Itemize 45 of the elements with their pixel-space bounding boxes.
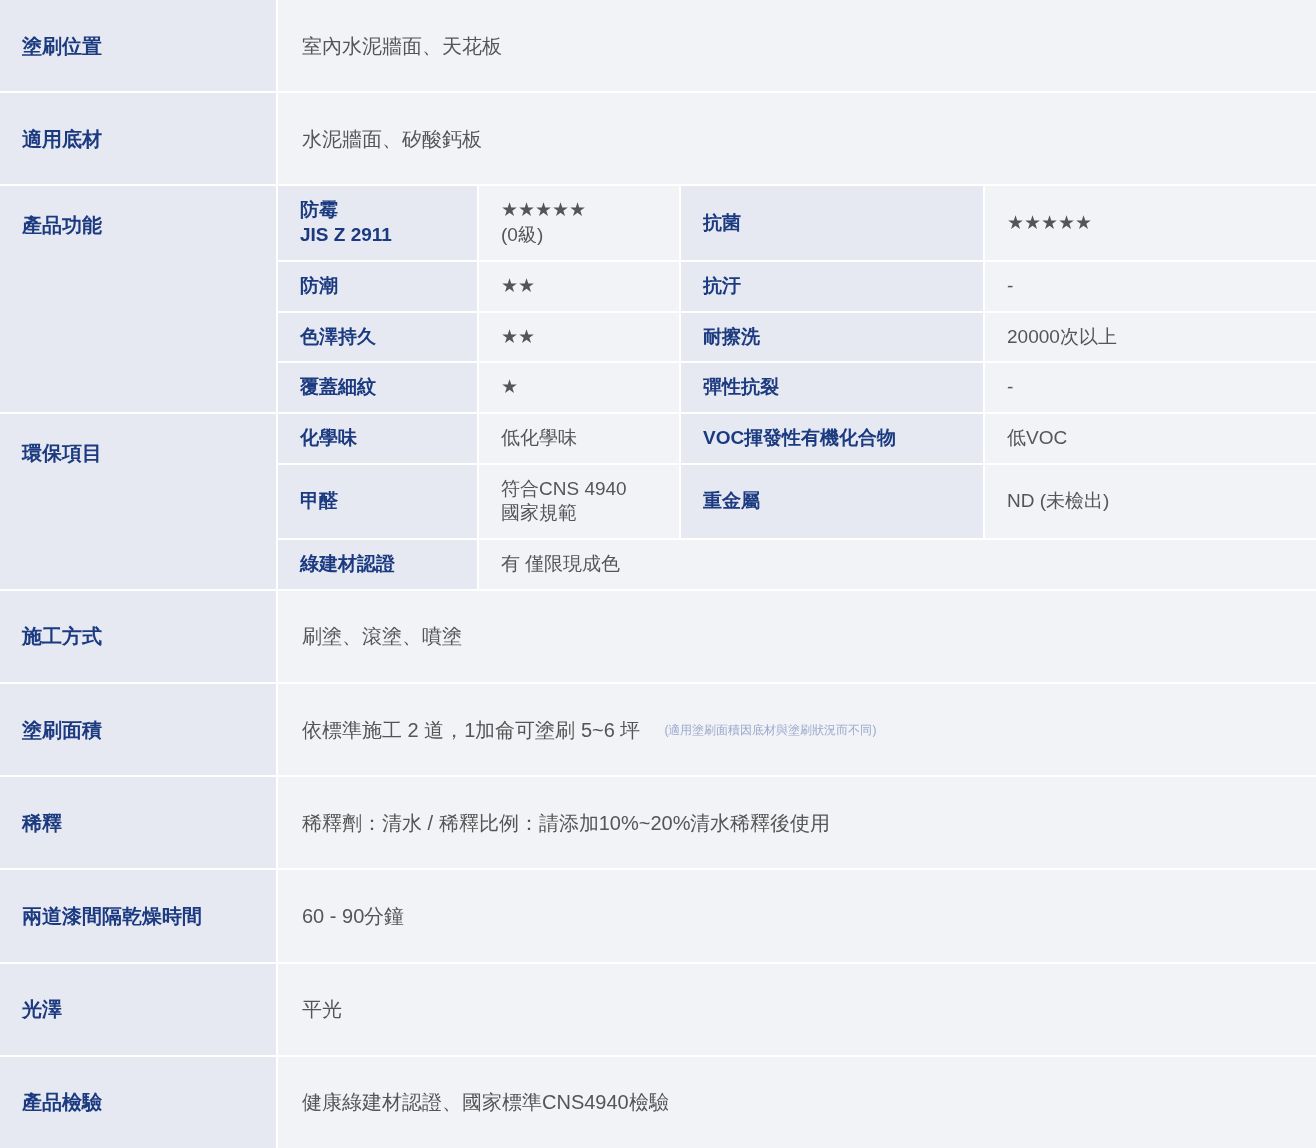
row-label: 適用底材 bbox=[0, 93, 276, 185]
row-label: 產品檢驗 bbox=[0, 1056, 276, 1148]
row-value: 60 - 90分鐘 bbox=[302, 903, 405, 929]
footnote: (適用塗刷面積因底材與塗刷狀況而不同) bbox=[664, 721, 877, 739]
attribute-value: ★★ bbox=[479, 261, 679, 311]
attribute-label: 重金屬 bbox=[681, 464, 983, 538]
attribute-label: 綠建材認證 bbox=[278, 539, 477, 589]
attribute-value: ★ bbox=[479, 363, 679, 412]
attribute-value: 低VOC bbox=[985, 413, 1316, 463]
attribute-value: ★★★★★ (0級) bbox=[479, 186, 679, 260]
row-label: 產品功能 bbox=[0, 186, 276, 412]
row-value: 健康綠建材認證、國家標準CNS4940檢驗 bbox=[302, 1090, 669, 1116]
attribute-value: ★★ bbox=[479, 312, 679, 362]
attribute-value: 低化學味 bbox=[479, 413, 679, 463]
attribute-label: 耐擦洗 bbox=[681, 312, 983, 362]
row-label: 塗刷位置 bbox=[0, 0, 276, 92]
row-label: 塗刷面積 bbox=[0, 683, 276, 776]
attribute-label: 色澤持久 bbox=[278, 312, 477, 362]
attribute-value: - bbox=[985, 261, 1316, 311]
row-label: 光澤 bbox=[0, 963, 276, 1055]
attribute-label: 防潮 bbox=[278, 261, 477, 311]
row-label: 環保項目 bbox=[0, 413, 276, 589]
attribute-label: 甲醛 bbox=[278, 464, 477, 538]
attribute-value: 有 僅限現成色 bbox=[479, 539, 1316, 589]
attribute-label: 化學味 bbox=[278, 413, 477, 463]
attribute-value: ★★★★★ bbox=[985, 186, 1316, 260]
row-label: 兩道漆間隔乾燥時間 bbox=[0, 870, 276, 962]
row-value: 室內水泥牆面、天花板 bbox=[302, 33, 502, 59]
row-label: 稀釋 bbox=[0, 777, 276, 869]
attribute-value: 20000次以上 bbox=[985, 312, 1316, 362]
row-value: 依標準施工 2 道，1加侖可塗刷 5~6 坪 bbox=[302, 717, 641, 743]
row-value: 水泥牆面、矽酸鈣板 bbox=[302, 126, 482, 152]
row-value: 平光 bbox=[302, 997, 342, 1023]
row-value: 刷塗、滾塗、噴塗 bbox=[302, 624, 462, 650]
attribute-label: 覆蓋細紋 bbox=[278, 363, 477, 412]
row-value: 稀釋劑：清水 / 稀釋比例：請添加10%~20%清水稀釋後使用 bbox=[302, 810, 831, 836]
attribute-value: 符合CNS 4940 國家規範 bbox=[479, 464, 679, 538]
attribute-label: 防霉 JIS Z 2911 bbox=[278, 186, 477, 260]
attribute-label: VOC揮發性有機化合物 bbox=[681, 413, 983, 463]
attribute-label: 彈性抗裂 bbox=[681, 363, 983, 412]
attribute-value: ND (未檢出) bbox=[985, 464, 1316, 538]
row-label: 施工方式 bbox=[0, 590, 276, 682]
attribute-label: 抗汙 bbox=[681, 261, 983, 311]
attribute-value: - bbox=[985, 363, 1316, 412]
attribute-label: 抗菌 bbox=[681, 186, 983, 260]
